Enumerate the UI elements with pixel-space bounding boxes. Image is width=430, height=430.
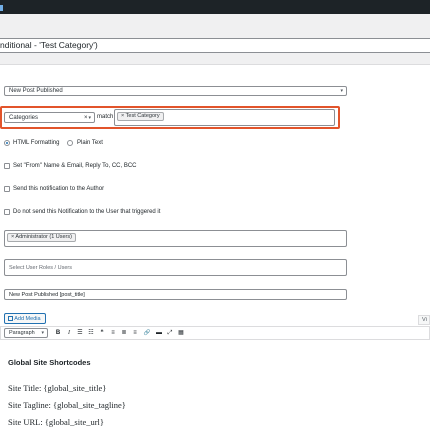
chevron-down-icon: ▾ — [88, 115, 91, 121]
bold-icon[interactable]: B — [54, 328, 62, 338]
top-bar-indicator — [0, 5, 3, 11]
media-icon — [8, 316, 13, 321]
clear-icon[interactable]: × — [84, 113, 88, 123]
admin-top-bar — [0, 0, 430, 14]
bullet-list-icon[interactable]: ☰ — [76, 328, 84, 338]
trigger-user-checkbox[interactable] — [4, 209, 10, 215]
html-formatting-label: HTML Formatting — [13, 140, 60, 146]
recipient-tag[interactable]: × Administrator (1 Users) — [7, 233, 76, 242]
blockquote-icon[interactable]: ❝ — [98, 328, 106, 338]
html-formatting-radio[interactable] — [4, 140, 10, 146]
link-icon[interactable]: 🔗 — [142, 328, 152, 338]
condition-tag: × Test Category — [117, 112, 164, 121]
align-left-icon[interactable]: ≡ — [109, 328, 117, 338]
read-more-icon[interactable]: ▬ — [155, 328, 163, 338]
align-center-icon[interactable]: ≣ — [120, 328, 128, 338]
trigger-select-value: New Post Published — [9, 88, 63, 94]
italic-icon[interactable]: I — [65, 328, 73, 338]
recipients-box[interactable]: × Administrator (1 Users) — [4, 230, 347, 247]
tag-remove-icon[interactable]: × — [121, 113, 124, 119]
subject-input[interactable]: New Post Published [post_title] — [4, 289, 347, 300]
condition-value-box[interactable]: × Test Category — [114, 109, 335, 126]
condition-field-value: Categories — [9, 115, 39, 121]
condition-field-select[interactable]: Categories × ▾ — [4, 112, 95, 123]
numbered-list-icon[interactable]: ☷ — [87, 328, 95, 338]
roles-input[interactable]: Select User Roles / Users — [4, 259, 347, 276]
plain-text-label: Plain Text — [77, 140, 103, 146]
add-media-label: Add Media — [14, 316, 41, 322]
align-right-icon[interactable]: ≡ — [131, 328, 139, 338]
paragraph-select-value: Paragraph — [9, 330, 35, 336]
editor-heading[interactable]: Global Site Shortcodes — [8, 358, 91, 367]
chevron-down-icon: ▾ — [340, 88, 343, 94]
tab-visual[interactable]: Vi — [418, 315, 430, 325]
plain-text-radio[interactable] — [67, 140, 73, 146]
editor-line-site-title[interactable]: Site Title: {global_site_title} — [8, 383, 106, 393]
paragraph-select[interactable]: Paragraph ▾ — [4, 328, 48, 338]
add-media-button[interactable]: Add Media — [4, 313, 46, 324]
author-label: Send this notification to the Author — [13, 186, 105, 192]
notification-title[interactable]: nditional - 'Test Category') — [0, 40, 98, 50]
trigger-select[interactable]: New Post Published ▾ — [4, 86, 347, 96]
chevron-down-icon: ▾ — [41, 330, 44, 336]
fullscreen-icon[interactable]: ⤢ — [166, 328, 174, 338]
from-checkbox[interactable] — [4, 163, 10, 169]
from-label: Set "From" Name & Email, Reply To, CC, B… — [13, 163, 137, 169]
author-checkbox[interactable] — [4, 186, 10, 192]
editor-line-site-tagline[interactable]: Site Tagline: {global_site_tagline} — [8, 400, 126, 410]
condition-tag-label: Test Category — [125, 113, 160, 119]
match-label: match — [97, 114, 114, 120]
trigger-user-label: Do not send this Notification to the Use… — [13, 209, 161, 215]
editor-line-site-url[interactable]: Site URL: {global_site_url} — [8, 417, 104, 427]
toolbar-toggle-icon[interactable]: ▦ — [177, 328, 185, 338]
